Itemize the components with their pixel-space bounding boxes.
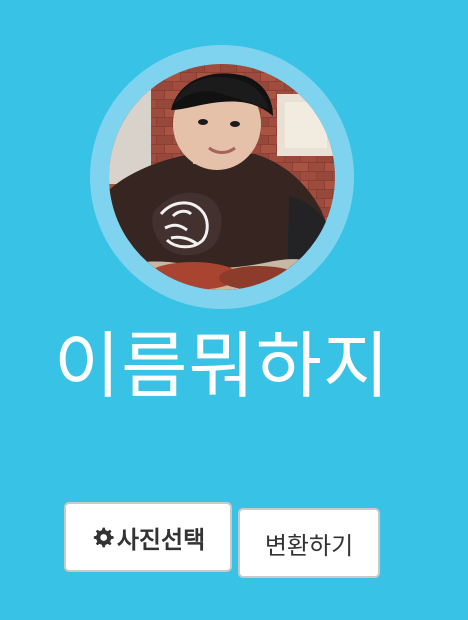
app-screen: 이름뭐하지 사진선택 변환하기 bbox=[0, 0, 468, 620]
select-photo-label: 사진선택 bbox=[116, 525, 206, 554]
convert-label: 변환하기 bbox=[264, 531, 354, 560]
convert-button[interactable]: 변환하기 bbox=[238, 508, 380, 578]
gear-icon bbox=[91, 525, 115, 549]
profile-avatar-ring bbox=[90, 45, 354, 309]
profile-photo bbox=[109, 64, 335, 290]
select-photo-button[interactable]: 사진선택 bbox=[64, 502, 232, 572]
profile-name: 이름뭐하지 bbox=[53, 324, 391, 408]
